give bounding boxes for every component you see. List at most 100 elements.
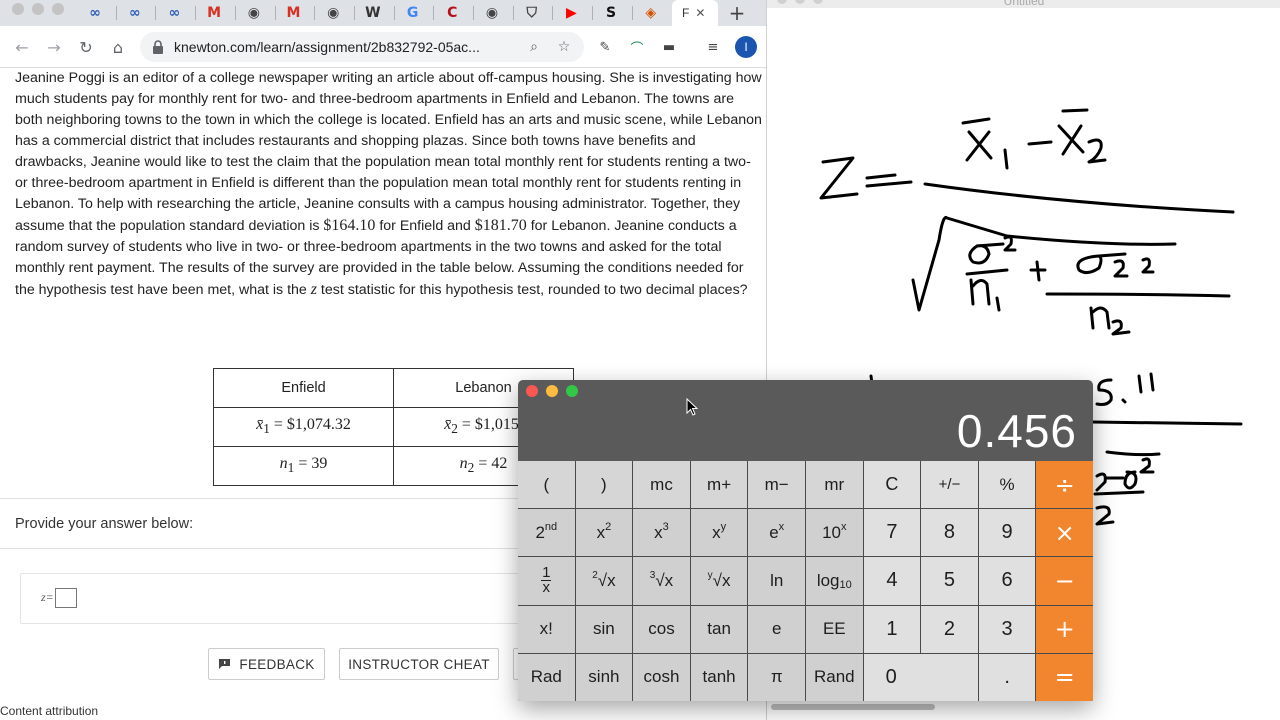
key-2[interactable]: 2 xyxy=(921,605,978,653)
profile-avatar[interactable]: I xyxy=(735,36,757,58)
knewton-tab[interactable]: ∞ xyxy=(155,2,193,24)
shield-tab[interactable]: ⛉ xyxy=(513,2,551,24)
key-3[interactable]: 3 xyxy=(978,605,1036,653)
key-0[interactable]: 0 xyxy=(863,653,978,701)
key-y-root[interactable]: y √x xyxy=(690,557,748,605)
key-sin[interactable]: sin xyxy=(575,605,633,653)
minimize-window-icon[interactable] xyxy=(32,3,44,15)
key-cos[interactable]: cos xyxy=(633,605,690,653)
address-bar[interactable]: knewton.com/learn/assignment/2b832792-05… xyxy=(140,32,584,62)
key-memory-subtract[interactable]: m− xyxy=(748,461,805,509)
zoom-magnifier-icon[interactable]: ⌕ xyxy=(526,39,542,55)
key-1[interactable]: 1 xyxy=(863,605,921,653)
key-cube-root[interactable]: 3 √x xyxy=(633,557,690,605)
tab-active[interactable]: F ✕ xyxy=(672,0,718,26)
key-exp[interactable]: ex xyxy=(748,509,805,557)
key-6[interactable]: 6 xyxy=(978,557,1036,605)
key-equals[interactable]: = xyxy=(1036,653,1093,701)
instructor-cheat-button[interactable]: INSTRUCTOR CHEAT xyxy=(339,648,499,680)
arc-extension-icon[interactable]: ⌒ xyxy=(629,39,645,57)
close-window-icon[interactable] xyxy=(12,3,24,15)
minimize-window-icon[interactable] xyxy=(546,385,558,397)
key-open-paren[interactable]: ( xyxy=(518,461,575,509)
google-tab[interactable]: G xyxy=(394,2,432,24)
feedback-button[interactable]: FEEDBACK xyxy=(208,648,325,680)
key-rad[interactable]: Rad xyxy=(518,653,575,701)
eyedropper-extension-icon[interactable]: ✎ xyxy=(597,39,613,55)
key-square[interactable]: x2 xyxy=(575,509,633,557)
key-clear[interactable]: C xyxy=(863,461,921,509)
key-ln[interactable]: ln xyxy=(748,557,805,605)
calculator-keypad: ( ) mc m+ m− mr C +/− % ÷ 2nd x2 x3 xy e… xyxy=(518,461,1093,701)
key-memory-recall[interactable]: mr xyxy=(805,461,863,509)
key-ee[interactable]: EE xyxy=(805,605,863,653)
close-tab-icon[interactable]: ✕ xyxy=(695,6,705,20)
key-5[interactable]: 5 xyxy=(921,557,978,605)
c-tab[interactable]: C xyxy=(433,2,471,24)
key-memory-add[interactable]: m+ xyxy=(690,461,748,509)
reload-icon[interactable]: ↻ xyxy=(74,35,98,59)
bookmark-star-icon[interactable]: ☆ xyxy=(556,39,572,55)
key-e[interactable]: e xyxy=(748,605,805,653)
globe-tab[interactable]: ◉ xyxy=(473,2,511,24)
key-rand[interactable]: Rand xyxy=(805,653,863,701)
forward-arrow-icon[interactable]: → xyxy=(42,35,66,59)
key-percent[interactable]: % xyxy=(978,461,1036,509)
key-reciprocal[interactable]: 1x xyxy=(518,557,575,605)
key-second[interactable]: 2nd xyxy=(518,509,575,557)
key-memory-clear[interactable]: mc xyxy=(633,461,690,509)
home-icon[interactable]: ⌂ xyxy=(106,35,130,59)
key-add[interactable]: + xyxy=(1036,605,1093,653)
knewton-tab[interactable]: ∞ xyxy=(76,2,114,24)
zoom-window-icon[interactable] xyxy=(52,3,64,15)
key-decimal[interactable]: . xyxy=(978,653,1036,701)
youtube-tab[interactable]: ▶ xyxy=(552,2,590,24)
key-cosh[interactable]: cosh xyxy=(633,653,690,701)
key-close-paren[interactable]: ) xyxy=(575,461,633,509)
key-sign-toggle[interactable]: +/− xyxy=(921,461,978,509)
z-label: z= xyxy=(41,590,54,604)
z-answer-input[interactable] xyxy=(55,588,77,608)
key-4[interactable]: 4 xyxy=(863,557,921,605)
colorful-tab[interactable]: ◈ xyxy=(632,2,670,24)
key-log10[interactable]: log 10 xyxy=(805,557,863,605)
problem-text-4: test statistic for this hypothesis test,… xyxy=(316,282,748,298)
gmail-tab[interactable]: M xyxy=(275,2,313,24)
colorful-favicon-icon: ◈ xyxy=(645,5,657,21)
new-tab-button[interactable]: + xyxy=(726,1,748,25)
key-divide[interactable]: ÷ xyxy=(1036,461,1093,509)
shield-favicon-icon: ⛉ xyxy=(526,5,537,21)
key-square-root[interactable]: 2 √x xyxy=(575,557,633,605)
horizontal-scrollbar[interactable] xyxy=(771,704,935,710)
key-multiply[interactable]: × xyxy=(1036,509,1093,557)
gmail-tab[interactable]: M xyxy=(195,2,233,24)
key-cube[interactable]: x3 xyxy=(633,509,690,557)
calculator-window: 0. 456 ( ) mc m+ m− mr C +/− % ÷ 2nd x2 x… xyxy=(518,380,1093,701)
back-arrow-icon[interactable]: ← xyxy=(10,35,34,59)
calculator-titlebar[interactable] xyxy=(518,380,1093,402)
key-sinh[interactable]: sinh xyxy=(575,653,633,701)
key-9[interactable]: 9 xyxy=(978,509,1036,557)
globe-tab[interactable]: ◉ xyxy=(235,2,273,24)
close-window-icon[interactable] xyxy=(526,385,538,397)
wikipedia-tab[interactable]: W xyxy=(354,2,392,24)
knewton-tab[interactable]: ∞ xyxy=(116,2,154,24)
s-tab[interactable]: S xyxy=(592,2,630,24)
key-7[interactable]: 7 xyxy=(863,509,921,557)
key-pi[interactable]: π xyxy=(748,653,805,701)
globe-tab[interactable]: ◉ xyxy=(314,2,352,24)
key-8[interactable]: 8 xyxy=(921,509,978,557)
key-subtract[interactable]: − xyxy=(1036,557,1093,605)
terminal-extension-icon[interactable]: ▬ xyxy=(661,39,677,55)
globe-favicon-icon: ◉ xyxy=(485,5,499,21)
key-tanh[interactable]: tanh xyxy=(690,653,748,701)
key-factorial[interactable]: x! xyxy=(518,605,575,653)
sd-enfield-value: $164.10 xyxy=(323,217,376,234)
zoom-window-icon[interactable] xyxy=(566,385,578,397)
media-queue-icon[interactable]: ≡ xyxy=(705,39,721,55)
browser-toolbar: ← → ↻ ⌂ knewton.com/learn/assignment/2b8… xyxy=(0,26,766,68)
key-ten-power[interactable]: 10 x xyxy=(805,509,863,557)
key-tan[interactable]: tan xyxy=(690,605,748,653)
key-power[interactable]: xy xyxy=(690,509,748,557)
answer-box: z= xyxy=(20,573,540,624)
